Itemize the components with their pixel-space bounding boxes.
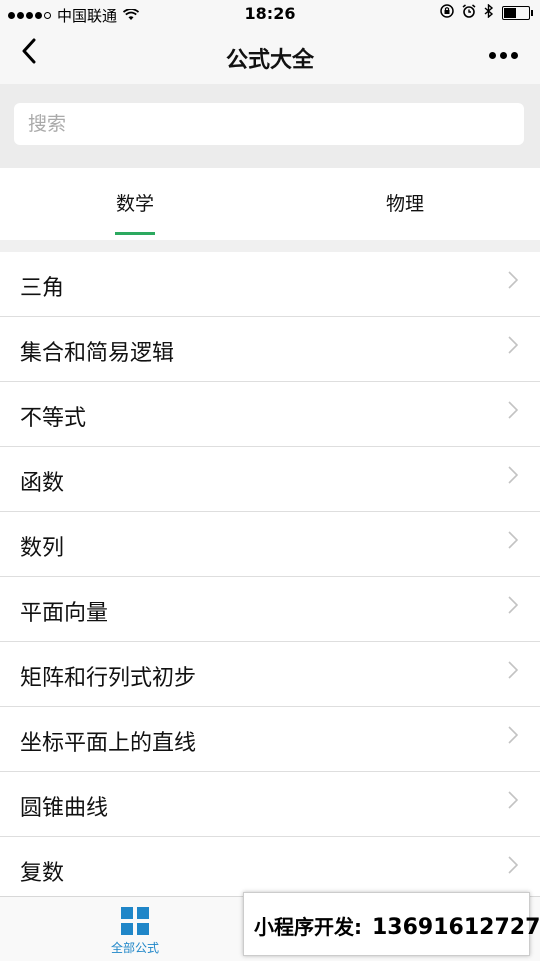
chevron-right-icon [508,465,519,490]
promo-phone: 13691612727 [372,915,540,940]
tab-math[interactable]: 数学 [0,168,270,240]
list-item[interactable]: 函数 [0,447,540,512]
search-area [0,84,540,168]
list-item-label: 矩阵和行列式初步 [20,666,197,691]
chevron-right-icon [508,660,519,685]
list-item-label: 数列 [20,536,65,561]
grid-icon [121,907,149,935]
list-item-label: 不等式 [20,406,87,431]
alarm-icon [462,4,476,22]
promo-banner: 小程序开发: 13691612727 [243,892,540,956]
status-bar: 中国联通 18:26 [0,0,540,28]
rotation-lock-icon [440,4,454,22]
list-item[interactable]: 矩阵和行列式初步 [0,642,540,707]
tabbar-item-all-formulas[interactable]: 全部公式 [92,907,178,956]
more-dots-icon [489,52,496,59]
search-box[interactable] [14,103,524,145]
list-item-label: 圆锥曲线 [20,796,109,821]
promo-label: 小程序开发: [254,915,362,939]
search-input[interactable] [14,103,522,145]
list-item[interactable]: 数列 [0,512,540,577]
battery-icon [502,6,533,20]
list-item-label: 三角 [20,276,65,301]
chevron-right-icon [508,530,519,555]
chevron-right-icon [508,400,519,425]
tab-physics[interactable]: 物理 [270,168,540,240]
formula-category-list: 三角 集合和简易逻辑 不等式 函数 数列 平面向量 矩阵和行列式初步 坐标平面上… [0,252,540,902]
list-item-label: 平面向量 [20,601,109,626]
list-item[interactable]: 集合和简易逻辑 [0,317,540,382]
list-item-label: 函数 [20,471,65,496]
chevron-right-icon [508,270,519,295]
navigation-bar: 公式大全 [0,28,540,84]
chevron-right-icon [508,335,519,360]
bluetooth-icon [484,3,494,22]
more-button[interactable] [489,52,518,59]
chevron-right-icon [508,790,519,815]
active-tab-indicator [115,232,155,235]
status-icons [440,3,533,22]
list-item-label: 复数 [20,861,65,886]
list-item[interactable]: 坐标平面上的直线 [0,707,540,772]
list-item[interactable]: 不等式 [0,382,540,447]
section-divider [0,240,540,252]
chevron-right-icon [508,595,519,620]
list-item[interactable]: 三角 [0,252,540,317]
chevron-right-icon [508,725,519,750]
page-title: 公式大全 [225,48,314,73]
list-item-label: 坐标平面上的直线 [20,731,197,756]
list-item-label: 集合和简易逻辑 [20,341,175,366]
chevron-right-icon [508,855,519,880]
tabbar-item-label: 全部公式 [110,941,159,955]
promo-text: 小程序开发: 13691612727 [254,911,540,940]
list-item[interactable]: 平面向量 [0,577,540,642]
category-tabs: 数学 物理 [0,168,540,241]
list-item[interactable]: 圆锥曲线 [0,772,540,837]
